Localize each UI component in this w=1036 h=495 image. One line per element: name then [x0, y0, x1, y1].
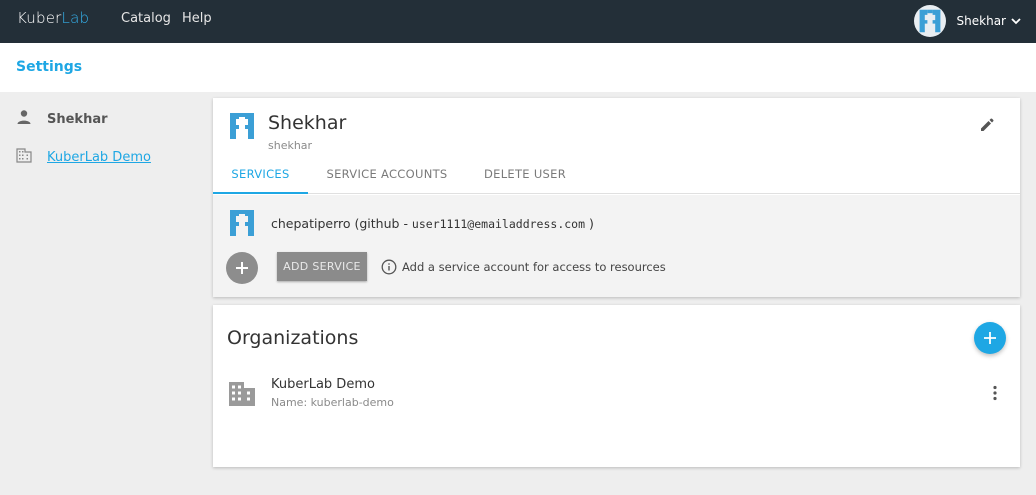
- user-avatar-icon: [917, 8, 943, 34]
- profile-username: shekhar: [268, 139, 313, 152]
- organizations-card: Organizations KuberLab Demo Name: kuberl…: [213, 305, 1020, 467]
- building-icon: [228, 381, 256, 411]
- user-menu[interactable]: Shekhar: [913, 3, 1022, 39]
- tab-service-accounts[interactable]: SERVICE ACCOUNTS: [318, 161, 456, 194]
- sidebar-item-label: Shekhar: [47, 111, 108, 127]
- organization-name: KuberLab Demo: [271, 377, 375, 392]
- info-icon: [381, 259, 397, 279]
- add-organization-button[interactable]: [974, 322, 1006, 354]
- service-account-name: chepatiperro: [271, 216, 351, 231]
- app-logo[interactable]: KuberLab: [17, 9, 89, 27]
- page-header: Settings: [0, 43, 1036, 92]
- sidebar-item-org[interactable]: KuberLab Demo: [16, 147, 151, 167]
- add-service-circle-button[interactable]: [226, 252, 258, 284]
- list-item[interactable]: KuberLab Demo Name: kuberlab-demo: [213, 371, 1020, 415]
- tab-services[interactable]: SERVICES: [213, 161, 308, 194]
- avatar: [227, 111, 257, 141]
- service-provider-prefix: (github -: [354, 216, 412, 231]
- page-title: Settings: [16, 59, 83, 75]
- organization-slug: Name: kuberlab-demo: [271, 396, 394, 409]
- user-menu-name: Shekhar: [956, 14, 1006, 28]
- logo-text-lab: Lab: [61, 9, 90, 27]
- service-avatar-icon: [227, 208, 257, 238]
- user-profile-card: Shekhar shekhar SERVICES SERVICE ACCOUNT…: [213, 98, 1020, 297]
- nav-help-link[interactable]: Help: [182, 11, 212, 26]
- person-icon: [16, 109, 32, 129]
- more-vert-icon[interactable]: [992, 385, 998, 405]
- service-account-entry: chepatiperro (github - user1111@emailadd…: [271, 216, 594, 231]
- plus-icon: [236, 262, 248, 274]
- building-icon: [16, 147, 32, 167]
- top-bar: KuberLab Catalog Help Shekhar: [0, 0, 1036, 43]
- add-service-hint: Add a service account for access to reso…: [402, 260, 666, 274]
- sidebar-item-label: KuberLab Demo: [47, 149, 151, 165]
- chevron-down-icon: [1010, 15, 1022, 27]
- add-service-button[interactable]: ADD SERVICE: [277, 252, 367, 281]
- organizations-title: Organizations: [227, 327, 359, 349]
- avatar: [913, 5, 946, 37]
- plus-icon: [984, 332, 996, 344]
- service-provider-suffix: ): [585, 216, 594, 231]
- nav-catalog-link[interactable]: Catalog: [121, 11, 171, 26]
- profile-display-name: Shekhar: [268, 112, 347, 134]
- profile-header: Shekhar shekhar SERVICES SERVICE ACCOUNT…: [213, 98, 1020, 194]
- service-email: user1111@emailaddress.com: [411, 217, 586, 231]
- sidebar-item-user[interactable]: Shekhar: [16, 109, 108, 129]
- edit-pencil-icon[interactable]: [979, 117, 995, 137]
- services-panel: chepatiperro (github - user1111@emailadd…: [213, 195, 1020, 297]
- tab-delete-user[interactable]: DELETE USER: [475, 161, 575, 194]
- profile-tabs: SERVICES SERVICE ACCOUNTS DELETE USER: [213, 161, 1020, 194]
- logo-text-kuber: Kuber: [17, 9, 62, 27]
